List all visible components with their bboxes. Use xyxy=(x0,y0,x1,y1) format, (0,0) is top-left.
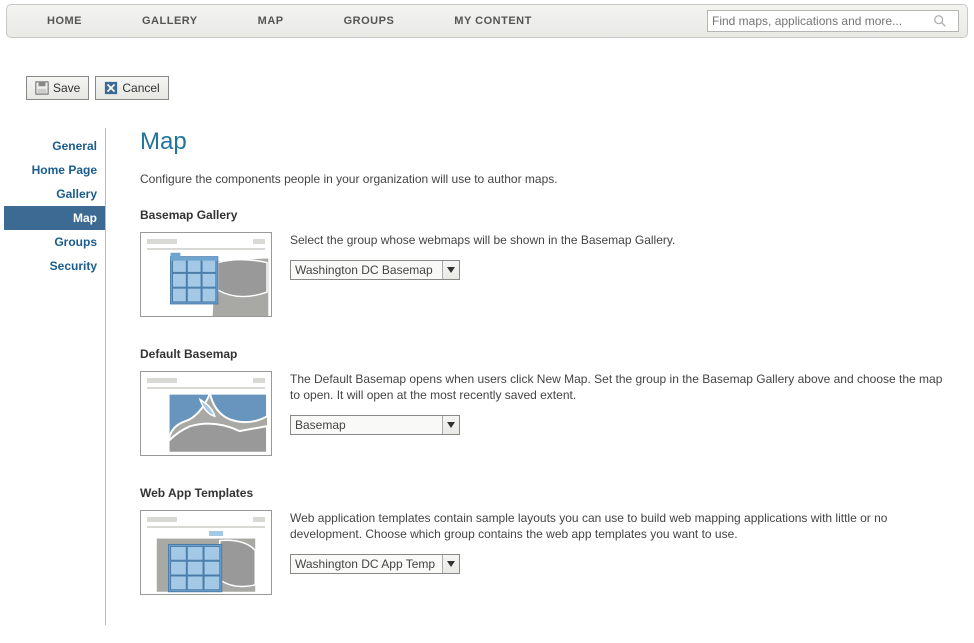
dropdown-value: Washington DC App Temp xyxy=(291,555,443,573)
nav-home[interactable]: HOME xyxy=(17,15,112,27)
search-input[interactable] xyxy=(708,12,933,30)
cancel-icon xyxy=(104,81,118,95)
sidebar-item-gallery[interactable]: Gallery xyxy=(4,182,105,206)
action-bar: Save Cancel xyxy=(26,76,974,100)
section-desc: The Default Basemap opens when users cli… xyxy=(290,371,944,403)
chevron-down-icon xyxy=(443,422,459,428)
dropdown-value: Washington DC Basemap xyxy=(291,261,443,279)
section-title: Web App Templates xyxy=(140,486,944,500)
search-icon[interactable] xyxy=(933,14,947,28)
section-web-app-templates: Web App Templates xyxy=(140,486,944,595)
top-nav: HOME GALLERY MAP GROUPS MY CONTENT xyxy=(6,4,968,38)
section-basemap-gallery: Basemap Gallery xyxy=(140,208,944,317)
nav-map[interactable]: MAP xyxy=(228,15,314,27)
section-default-basemap: Default Basemap The Default Basemap xyxy=(140,347,944,456)
content-area: Map Configure the components people in y… xyxy=(106,128,974,625)
web-app-templates-dropdown[interactable]: Washington DC App Temp xyxy=(290,554,460,574)
nav-gallery[interactable]: GALLERY xyxy=(112,15,228,27)
cancel-button[interactable]: Cancel xyxy=(95,76,168,100)
basemap-gallery-thumbnail xyxy=(140,232,272,317)
default-basemap-dropdown[interactable]: Basemap xyxy=(290,415,460,435)
web-app-templates-thumbnail xyxy=(140,510,272,595)
section-desc: Select the group whose webmaps will be s… xyxy=(290,232,944,248)
chevron-down-icon xyxy=(443,267,459,273)
basemap-gallery-dropdown[interactable]: Washington DC Basemap xyxy=(290,260,460,280)
save-icon xyxy=(35,81,49,95)
default-basemap-thumbnail xyxy=(140,371,272,456)
section-desc: Web application templates contain sample… xyxy=(290,510,944,542)
sidebar-item-security[interactable]: Security xyxy=(4,254,105,278)
save-label: Save xyxy=(53,81,80,95)
nav-groups[interactable]: GROUPS xyxy=(314,15,425,27)
nav-my-content[interactable]: MY CONTENT xyxy=(424,15,562,27)
page-title: Map xyxy=(140,128,944,156)
sidebar-item-home-page[interactable]: Home Page xyxy=(4,158,105,182)
save-button[interactable]: Save xyxy=(26,76,89,100)
page-intro: Configure the components people in your … xyxy=(140,172,944,186)
sidebar-item-general[interactable]: General xyxy=(4,134,105,158)
sidebar-item-groups[interactable]: Groups xyxy=(4,230,105,254)
chevron-down-icon xyxy=(443,561,459,567)
cancel-label: Cancel xyxy=(122,81,159,95)
dropdown-value: Basemap xyxy=(291,416,443,434)
section-title: Basemap Gallery xyxy=(140,208,944,222)
sidebar: General Home Page Gallery Map Groups Sec… xyxy=(4,128,106,625)
section-title: Default Basemap xyxy=(140,347,944,361)
search-wrapper xyxy=(707,10,959,32)
sidebar-item-map[interactable]: Map xyxy=(4,206,105,230)
